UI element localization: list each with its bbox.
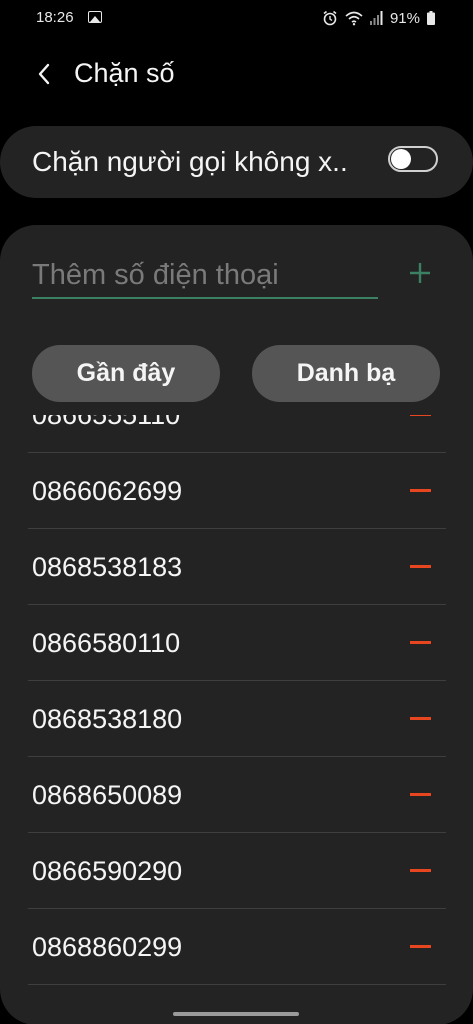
blocked-number: 0868860299 <box>32 932 183 962</box>
back-button[interactable] <box>28 58 60 90</box>
blocked-number: 0866580110 <box>32 628 181 658</box>
alarm-icon <box>323 10 337 26</box>
header: Chặn số <box>0 52 473 96</box>
remove-number-button[interactable] <box>410 489 431 492</box>
status-icons: 91% <box>322 8 435 28</box>
blocked-list-card: Gần đây Danh bạ 0866555110 0866062699 08… <box>0 225 473 1024</box>
remove-number-button[interactable] <box>410 415 431 416</box>
remove-number-button[interactable] <box>410 565 431 568</box>
toggle-knob <box>391 149 411 169</box>
battery-icon <box>427 11 435 25</box>
list-item: 0868860299 <box>0 909 473 985</box>
blocked-number: 0866590290 <box>32 856 183 886</box>
recent-button[interactable]: Gần đây <box>32 345 220 402</box>
remove-number-button[interactable] <box>410 717 431 720</box>
list-item: 0868538180 <box>0 681 473 757</box>
row-divider <box>28 984 446 985</box>
add-number-input[interactable] <box>32 253 378 299</box>
add-number-button[interactable] <box>404 257 436 289</box>
remove-number-button[interactable] <box>410 869 431 872</box>
chevron-left-icon <box>38 63 50 85</box>
status-time: 18:26 <box>36 9 74 26</box>
block-unknown-label: Chặn người gọi không x.. <box>32 146 348 177</box>
wifi-icon <box>345 11 363 25</box>
blocked-number: 0868538180 <box>32 704 183 734</box>
list-item: 0868538183 <box>0 529 473 605</box>
block-unknown-toggle[interactable] <box>388 146 438 172</box>
remove-number-button[interactable] <box>410 641 431 644</box>
page-title: Chặn số <box>74 58 175 88</box>
blocked-number: 0866062699 <box>32 476 183 506</box>
blocked-number: 0866555110 <box>32 415 181 430</box>
list-item: 0866580110 <box>0 605 473 681</box>
list-item: 0868650089 <box>0 757 473 833</box>
home-indicator[interactable] <box>173 1012 299 1016</box>
blocked-number-list[interactable]: 0866555110 0866062699 0868538183 0866580… <box>0 415 473 997</box>
remove-number-button[interactable] <box>410 945 431 948</box>
gallery-icon <box>88 11 102 23</box>
plus-icon <box>410 263 430 283</box>
contacts-button[interactable]: Danh bạ <box>252 345 440 402</box>
signal-icon <box>369 11 383 25</box>
status-bar: 18:26 91% <box>0 0 473 36</box>
list-item: 0866062699 <box>0 453 473 529</box>
list-item: 0866555110 <box>0 415 473 453</box>
blocked-number: 0868650089 <box>32 780 183 810</box>
remove-number-button[interactable] <box>410 793 431 796</box>
blocked-number: 0868538183 <box>32 552 183 582</box>
battery-percentage: 91% <box>389 9 420 27</box>
list-item: 0866590290 <box>0 833 473 909</box>
